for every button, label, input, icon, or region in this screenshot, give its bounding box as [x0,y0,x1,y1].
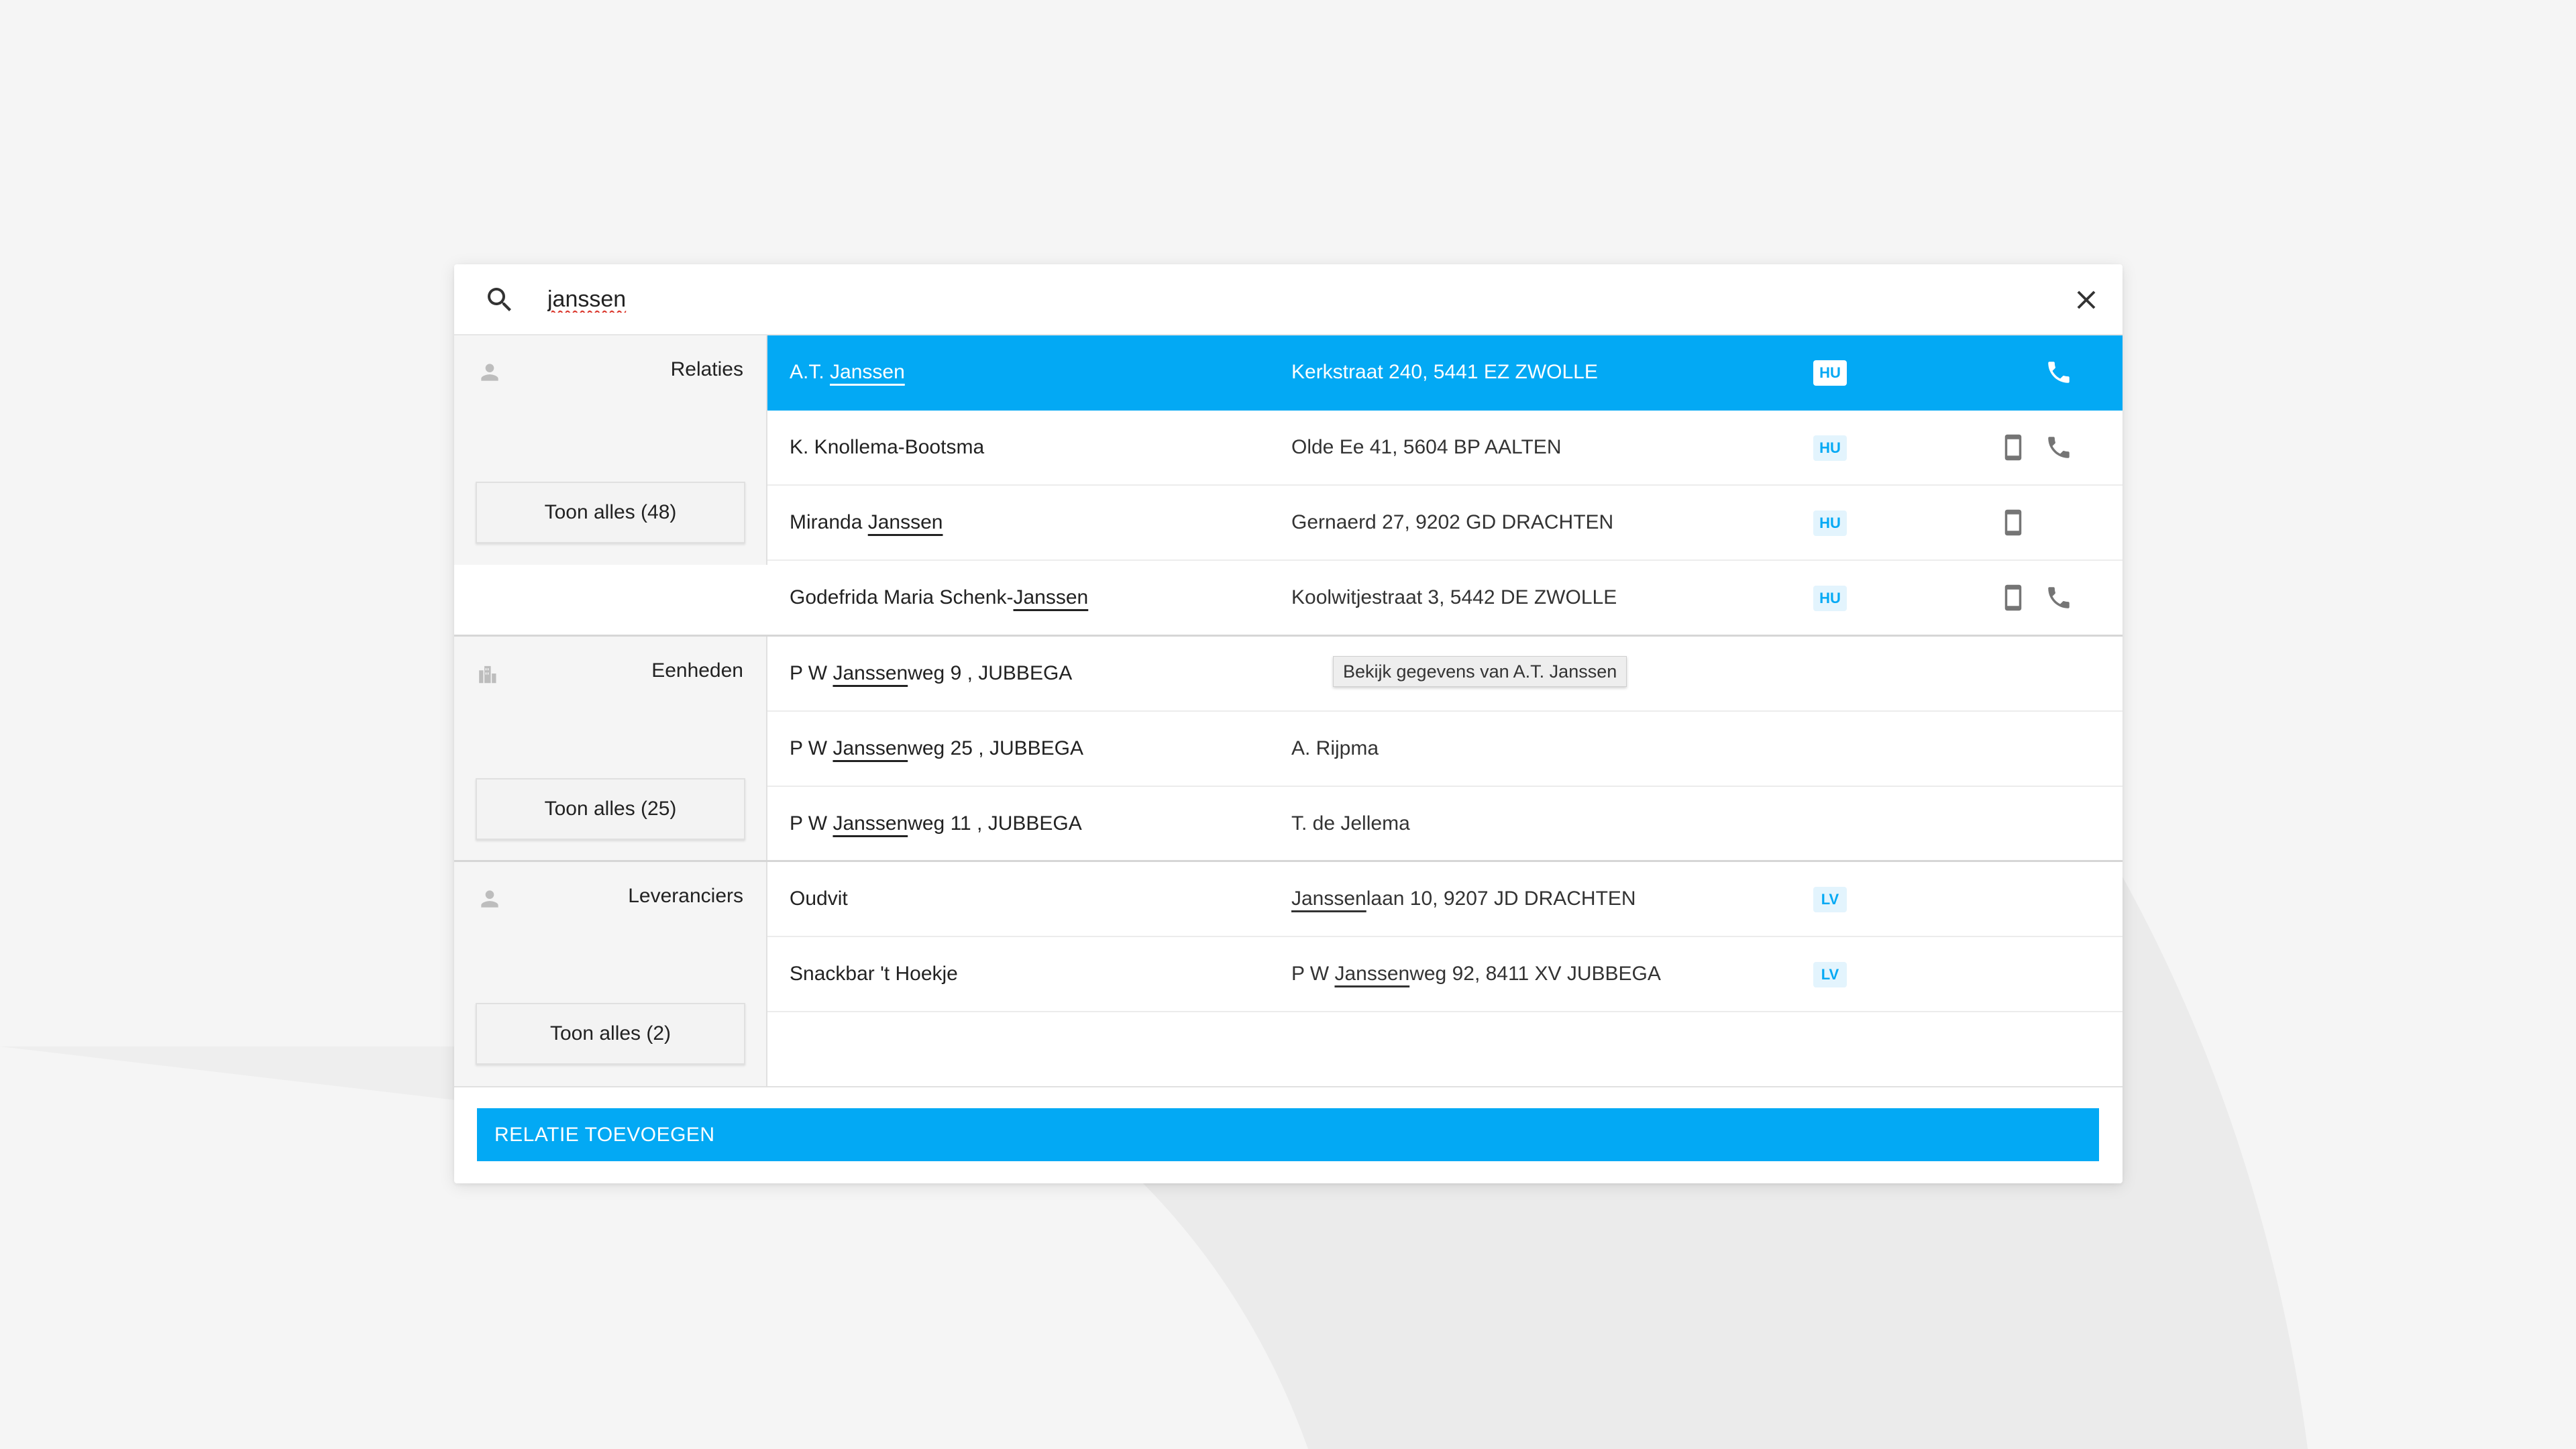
search-bar [454,264,2123,335]
result-list: Oudvit Janssenlaan 10, 9207 JD DRACHTEN … [767,862,2123,1012]
section-sidebar: Relaties Toon alles (48) [454,335,767,565]
match-highlight: Janssen [867,511,943,533]
result-row[interactable]: Miranda Janssen Gernaerd 27, 9202 GD DRA… [767,486,2123,561]
type-badge: LV [1813,887,1847,912]
match-highlight: Janssen [1334,963,1410,985]
section-sidebar: Eenheden Toon alles (25) [454,637,767,862]
result-address: Kerkstraat 240, 5441 EZ ZWOLLE [1291,361,1598,383]
phone-icon[interactable] [2045,358,2073,386]
mobile-icon[interactable] [1999,584,2027,612]
result-address: T. de Jellema [1291,812,1410,835]
result-address: Koolwitjestraat 3, 5442 DE ZWOLLE [1291,586,1617,608]
result-name: Miranda Janssen [790,511,943,533]
result-list: A.T. Janssen Kerkstraat 240, 5441 EZ ZWO… [767,335,2123,636]
phone-icon[interactable] [2045,433,2073,462]
section-relaties: Relaties Toon alles (48) A.T. Janssen Ke… [454,335,2123,611]
dialog-footer: RELATIE TOEVOEGEN [454,1086,2123,1183]
result-row[interactable]: A.T. Janssen Kerkstraat 240, 5441 EZ ZWO… [767,335,2123,411]
search-dialog: Relaties Toon alles (48) A.T. Janssen Ke… [454,264,2123,1183]
section-title: Eenheden [651,659,743,682]
type-badge: HU [1813,360,1847,386]
type-badge: HU [1813,435,1847,461]
person-icon [481,364,498,381]
result-name: Snackbar 't Hoekje [790,963,958,985]
section-leveranciers: Leveranciers Toon alles (2) Oudvit Janss… [454,860,2123,1086]
result-address: Olde Ee 41, 5604 BP AALTEN [1291,436,1562,458]
result-name: Godefrida Maria Schenk-Janssen [790,586,1089,608]
add-relation-button[interactable]: RELATIE TOEVOEGEN [477,1108,2099,1161]
result-row[interactable]: K. Knollema-Bootsma Olde Ee 41, 5604 BP … [767,411,2123,486]
result-name: K. Knollema-Bootsma [790,436,985,458]
search-icon [488,288,511,311]
section-title: Relaties [670,358,743,380]
result-row[interactable]: P W Janssenweg 11 , JUBBEGA T. de Jellem… [767,787,2123,862]
result-name: A.T. Janssen [790,361,905,383]
tooltip: Bekijk gegevens van A.T. Janssen [1333,656,1627,687]
section-title: Leveranciers [628,885,743,907]
close-icon[interactable] [2071,284,2102,315]
match-highlight: Janssen [1013,586,1089,608]
match-highlight: Janssen [830,361,905,383]
result-address: Janssenlaan 10, 9207 JD DRACHTEN [1291,888,1636,910]
mobile-icon[interactable] [1999,433,2027,462]
match-highlight: Janssen [833,737,908,759]
type-badge: HU [1813,511,1847,536]
result-address: A. Rijpma [1291,737,1379,759]
search-input[interactable] [547,279,2023,319]
match-highlight: Janssen [833,812,908,835]
show-all-button[interactable]: Toon alles (2) [476,1003,745,1065]
mobile-icon[interactable] [1999,508,2027,537]
section-sidebar: Leveranciers Toon alles (2) [454,862,767,1086]
phone-icon[interactable] [2045,584,2073,612]
result-name: P W Janssenweg 25 , JUBBEGA [790,737,1083,759]
result-name: P W Janssenweg 11 , JUBBEGA [790,812,1082,835]
result-row[interactable]: Oudvit Janssenlaan 10, 9207 JD DRACHTEN … [767,862,2123,937]
result-name: P W Janssenweg 9 , JUBBEGA [790,662,1073,684]
section-eenheden: Eenheden Toon alles (25) P W Janssenweg … [454,635,2123,862]
building-icon [479,665,496,684]
result-address: P W Janssenweg 92, 8411 XV JUBBEGA [1291,963,1661,985]
match-highlight: Janssen [1291,888,1366,910]
type-badge: LV [1813,962,1847,987]
type-badge: HU [1813,586,1847,611]
result-name: Oudvit [790,888,848,910]
result-row[interactable]: P W Janssenweg 25 , JUBBEGA A. Rijpma [767,712,2123,787]
result-address: Gernaerd 27, 9202 GD DRACHTEN [1291,511,1614,533]
show-all-button[interactable]: Toon alles (48) [476,482,745,543]
show-all-button[interactable]: Toon alles (25) [476,778,745,840]
result-row[interactable]: Godefrida Maria Schenk-Janssen Koolwitje… [767,561,2123,636]
result-row[interactable]: Snackbar 't Hoekje P W Janssenweg 92, 84… [767,937,2123,1012]
person-icon [481,890,498,908]
match-highlight: Janssen [833,662,908,684]
